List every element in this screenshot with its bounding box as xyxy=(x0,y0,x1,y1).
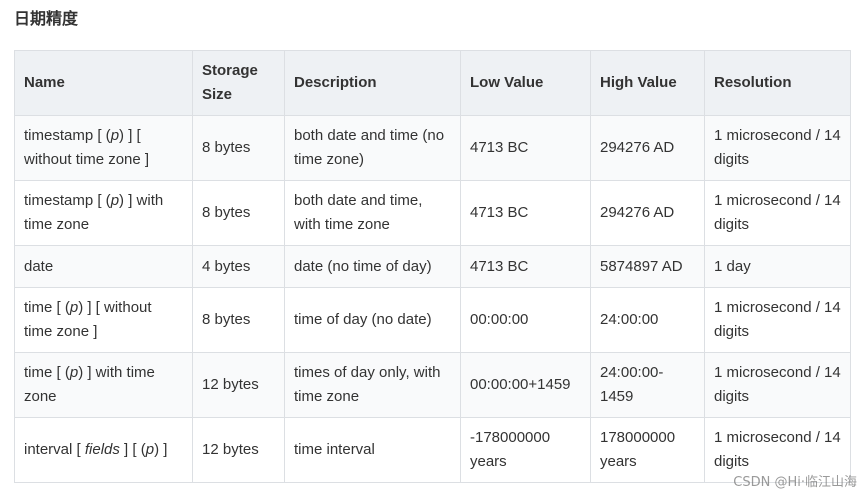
cell-resolution: 1 microsecond / 14 digits xyxy=(704,115,851,181)
cell-high-value: 24:00:00 xyxy=(590,287,705,353)
cell-high-value: 294276 AD xyxy=(590,180,705,246)
cell-name: timestamp [ (p) ] [ without time zone ] xyxy=(14,115,193,181)
cell-description: both date and time (no time zone) xyxy=(284,115,461,181)
cell-resolution: 1 microsecond / 14 digits xyxy=(704,352,851,418)
header-description: Description xyxy=(284,50,461,116)
cell-low-value: 00:00:00 xyxy=(460,287,591,353)
cell-description: both date and time, with time zone xyxy=(284,180,461,246)
cell-resolution: 1 microsecond / 14 digits xyxy=(704,180,851,246)
cell-resolution: 1 day xyxy=(704,245,851,288)
header-high-value: High Value xyxy=(590,50,705,116)
table-row: timestamp [ (p) ] with time zone 8 bytes… xyxy=(14,180,851,246)
cell-name: interval [ fields ] [ (p) ] xyxy=(14,417,193,483)
cell-name: timestamp [ (p) ] with time zone xyxy=(14,180,193,246)
section-title: 日期精度 xyxy=(14,9,79,28)
cell-name: time [ (p) ] [ without time zone ] xyxy=(14,287,193,353)
cell-storage-size: 12 bytes xyxy=(192,417,285,483)
cell-description: time of day (no date) xyxy=(284,287,461,353)
watermark: CSDN @Hi·临江山海 xyxy=(733,475,857,490)
cell-low-value: -178000000 years xyxy=(460,417,591,483)
cell-name: date xyxy=(14,245,193,288)
header-storage-size: Storage Size xyxy=(192,50,285,116)
cell-description: date (no time of day) xyxy=(284,245,461,288)
cell-storage-size: 4 bytes xyxy=(192,245,285,288)
cell-storage-size: 12 bytes xyxy=(192,352,285,418)
cell-low-value: 4713 BC xyxy=(460,115,591,181)
cell-high-value: 5874897 AD xyxy=(590,245,705,288)
cell-resolution: 1 microsecond / 14 digits xyxy=(704,287,851,353)
cell-high-value: 24:00:00-1459 xyxy=(590,352,705,418)
table-row: time [ (p) ] with time zone 12 bytes tim… xyxy=(14,352,851,418)
table-header-row: Name Storage Size Description Low Value … xyxy=(14,50,851,116)
table-row: interval [ fields ] [ (p) ] 12 bytes tim… xyxy=(14,417,851,483)
cell-storage-size: 8 bytes xyxy=(192,287,285,353)
cell-high-value: 294276 AD xyxy=(590,115,705,181)
cell-description: times of day only, with time zone xyxy=(284,352,461,418)
header-low-value: Low Value xyxy=(460,50,591,116)
cell-high-value: 178000000 years xyxy=(590,417,705,483)
table-row: date 4 bytes date (no time of day) 4713 … xyxy=(14,245,851,288)
cell-storage-size: 8 bytes xyxy=(192,115,285,181)
cell-storage-size: 8 bytes xyxy=(192,180,285,246)
table-row: time [ (p) ] [ without time zone ] 8 byt… xyxy=(14,287,851,353)
cell-name: time [ (p) ] with time zone xyxy=(14,352,193,418)
date-precision-table: Name Storage Size Description Low Value … xyxy=(14,50,851,483)
cell-low-value: 00:00:00+1459 xyxy=(460,352,591,418)
cell-low-value: 4713 BC xyxy=(460,180,591,246)
cell-description: time interval xyxy=(284,417,461,483)
header-name: Name xyxy=(14,50,193,116)
header-resolution: Resolution xyxy=(704,50,851,116)
table-row: timestamp [ (p) ] [ without time zone ] … xyxy=(14,115,851,181)
cell-low-value: 4713 BC xyxy=(460,245,591,288)
